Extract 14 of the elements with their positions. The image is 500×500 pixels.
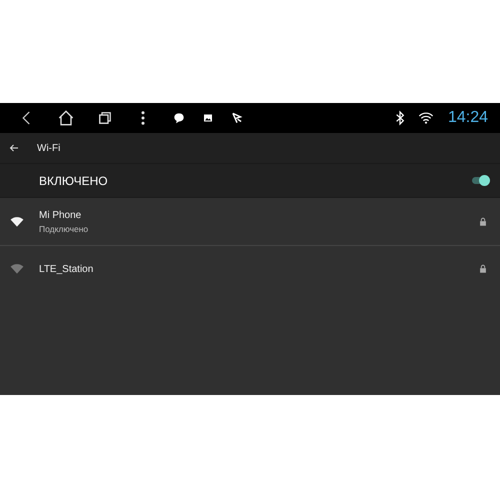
back-arrow-icon[interactable] — [8, 142, 20, 154]
home-icon[interactable] — [56, 108, 76, 128]
recent-apps-icon[interactable] — [96, 109, 114, 127]
wifi-status-icon — [418, 110, 434, 126]
network-name[interactable]: LTE_Station — [39, 264, 478, 274]
wifi-state-label: ВКЛЮЧЕНО — [39, 174, 109, 188]
image-icon[interactable] — [202, 112, 214, 124]
clock-time: 14:24 — [448, 109, 488, 127]
chat-bubble-icon[interactable] — [172, 111, 186, 125]
connection-status: Подключено — [39, 224, 90, 234]
play-store-icon[interactable] — [230, 111, 244, 125]
wifi-toggle[interactable] — [472, 177, 488, 184]
network-name[interactable]: Mi Phone — [39, 210, 478, 220]
screen-title: Wi-Fi — [37, 142, 60, 154]
